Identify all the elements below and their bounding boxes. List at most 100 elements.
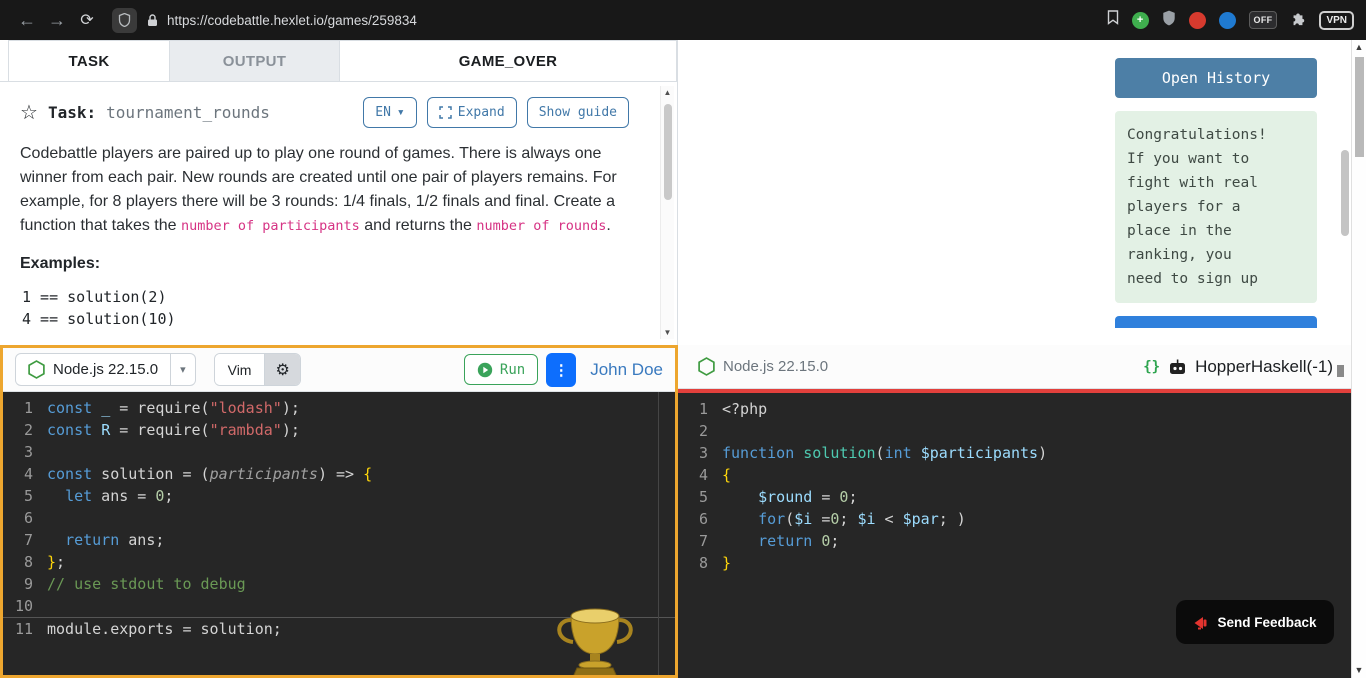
run-button[interactable]: Run <box>463 354 539 385</box>
opponent-language: Node.js 22.15.0 <box>690 357 828 376</box>
line-number: 7 <box>698 532 708 550</box>
example-line: 4 == solution(10) <box>22 310 176 328</box>
code-line: 3 function solution(int $participants) <box>678 442 1351 464</box>
scroll-down-arrow-icon[interactable]: ▼ <box>664 326 672 339</box>
player-editor-toolbar: Node.js 22.15.0 ▾ Vim ⚙ Run ⋮ John Doe <box>3 348 675 392</box>
send-feedback-label: Send Feedback <box>1217 614 1317 630</box>
show-guide-button[interactable]: Show guide <box>526 97 629 128</box>
task-name: tournament_rounds <box>106 103 270 122</box>
extension-off-badge[interactable]: OFF <box>1248 11 1278 29</box>
description-text: . <box>606 217 611 234</box>
editor-menu-button[interactable]: ⋮ <box>546 352 577 387</box>
codebattle-app: ← → ⟳ https://codebattle.hexlet.io/games… <box>0 0 1366 678</box>
expand-icon <box>439 106 452 119</box>
task-actions: EN ▾ Expand Show guide <box>363 97 657 128</box>
inline-code: number of rounds <box>476 218 607 234</box>
code-line: 5 $round = 0; <box>678 486 1351 508</box>
code-line: 4 const solution = (participants) => { <box>3 463 675 485</box>
line-number: 4 <box>23 465 33 483</box>
run-label: Run <box>499 361 526 378</box>
play-icon <box>477 362 493 377</box>
browser-actions: + OFF VPN <box>1107 10 1354 31</box>
code-line: 1 const _ = require("lodash"); <box>3 397 675 419</box>
bot-icon <box>1170 359 1186 374</box>
code-line: 8} <box>678 552 1351 574</box>
extension-blue-icon[interactable] <box>1218 11 1236 29</box>
caret-down-icon: ▾ <box>396 105 405 120</box>
task-panel: TASK OUTPUT GAME_OVER ☆ Task: tournament… <box>0 40 678 345</box>
opponent-editor-scrollbar-thumb[interactable] <box>1337 365 1344 377</box>
code-line: 3 <box>3 441 675 463</box>
code-line: 8}; <box>3 551 675 573</box>
line-number: 9 <box>23 575 33 593</box>
code-line: 7 return 0; <box>678 530 1351 552</box>
nodejs-icon <box>28 360 45 379</box>
line-number: 6 <box>698 510 708 528</box>
opponent-name: HopperHaskell(-1) <box>1195 356 1333 376</box>
code-line: 1 <?php <box>678 398 1351 420</box>
lock-icon[interactable] <box>147 13 158 27</box>
language-picker-label: Node.js 22.15.0 <box>53 361 159 378</box>
scroll-up-arrow-icon[interactable]: ▲ <box>1355 40 1364 55</box>
task-scrollbar-thumb[interactable] <box>663 104 672 200</box>
reload-icon[interactable]: ⟳ <box>72 10 102 30</box>
line-number: 11 <box>14 620 33 638</box>
code-line: 6 <box>3 507 675 529</box>
opponent-language-label: Node.js 22.15.0 <box>723 358 829 375</box>
chevron-down-icon: ▾ <box>170 354 195 385</box>
line-number: 7 <box>23 531 33 549</box>
forward-icon[interactable]: → <box>42 10 72 31</box>
task-scrollbar[interactable]: ▲ ▼ <box>660 86 674 339</box>
extensions-puzzle-icon[interactable] <box>1290 10 1306 31</box>
scroll-down-arrow-icon[interactable]: ▼ <box>1355 663 1364 678</box>
line-number: 5 <box>698 488 708 506</box>
editor-settings-gear-icon[interactable]: ⚙ <box>264 354 300 385</box>
vim-mode-button[interactable]: Vim <box>214 354 265 385</box>
line-number: 5 <box>23 487 33 505</box>
line-number: 2 <box>698 422 708 440</box>
editors-area: Node.js 22.15.0 ▾ Vim ⚙ Run ⋮ John Doe 1… <box>0 345 1351 678</box>
opponent-editor-toolbar: Node.js 22.15.0 {} HopperHaskell(-1) <box>678 345 1351 389</box>
description-text: and returns the <box>359 217 477 234</box>
line-number: 10 <box>14 597 33 615</box>
nodejs-icon <box>698 357 715 376</box>
browser-toolbar: ← → ⟳ https://codebattle.hexlet.io/games… <box>0 0 1366 40</box>
code-line: 6 for($i =0; $i < $par; ) <box>678 508 1351 530</box>
open-history-button[interactable]: Open History <box>1115 58 1317 98</box>
line-number: 2 <box>23 421 33 439</box>
line-number: 8 <box>698 554 708 572</box>
window-scrollbar-thumb[interactable] <box>1354 57 1364 157</box>
pane-scrollbar-thumb[interactable] <box>1341 150 1349 236</box>
line-number: 8 <box>23 553 33 571</box>
tab-output[interactable]: OUTPUT <box>170 40 340 81</box>
player-name[interactable]: John Doe <box>590 360 663 380</box>
task-header: ☆ Task: tournament_rounds EN ▾ Expand Sh… <box>20 97 657 128</box>
bookmark-icon[interactable] <box>1107 10 1119 30</box>
url-text[interactable]: https://codebattle.hexlet.io/games/25983… <box>167 13 1095 28</box>
code-line: 7 return ans; <box>3 529 675 551</box>
language-picker[interactable]: Node.js 22.15.0 ▾ <box>15 353 196 386</box>
game-sidebar: Open History Congratulations! If you wan… <box>1115 58 1317 328</box>
site-shield-icon[interactable] <box>112 7 137 33</box>
tab-game-over[interactable]: GAME_OVER <box>340 40 677 81</box>
congratulations-box: Congratulations! If you want to fight wi… <box>1115 111 1317 303</box>
line-number: 6 <box>23 509 33 527</box>
code-braces-icon: {} <box>1143 358 1161 375</box>
signup-button-clipped[interactable] <box>1115 316 1317 328</box>
send-feedback-button[interactable]: Send Feedback <box>1176 600 1334 644</box>
code-line: 2 const R = require("rambda"); <box>3 419 675 441</box>
scroll-up-arrow-icon[interactable]: ▲ <box>664 86 672 99</box>
editor-mode-group: Vim ⚙ <box>213 353 301 386</box>
language-select-label: EN <box>375 105 391 120</box>
vpn-extension-badge[interactable]: VPN <box>1319 10 1354 30</box>
extension-adblock-icon[interactable]: + <box>1131 11 1149 29</box>
extension-shield-icon[interactable] <box>1162 10 1176 31</box>
back-icon[interactable]: ← <box>12 10 42 31</box>
extension-red-icon[interactable] <box>1188 11 1206 29</box>
tab-task[interactable]: TASK <box>8 40 170 81</box>
window-scrollbar[interactable]: ▲ ▼ <box>1351 40 1366 678</box>
code-line: 4{ <box>678 464 1351 486</box>
language-select-button[interactable]: EN ▾ <box>363 97 417 128</box>
expand-button[interactable]: Expand <box>426 97 517 128</box>
favorite-star-icon[interactable]: ☆ <box>20 100 38 125</box>
